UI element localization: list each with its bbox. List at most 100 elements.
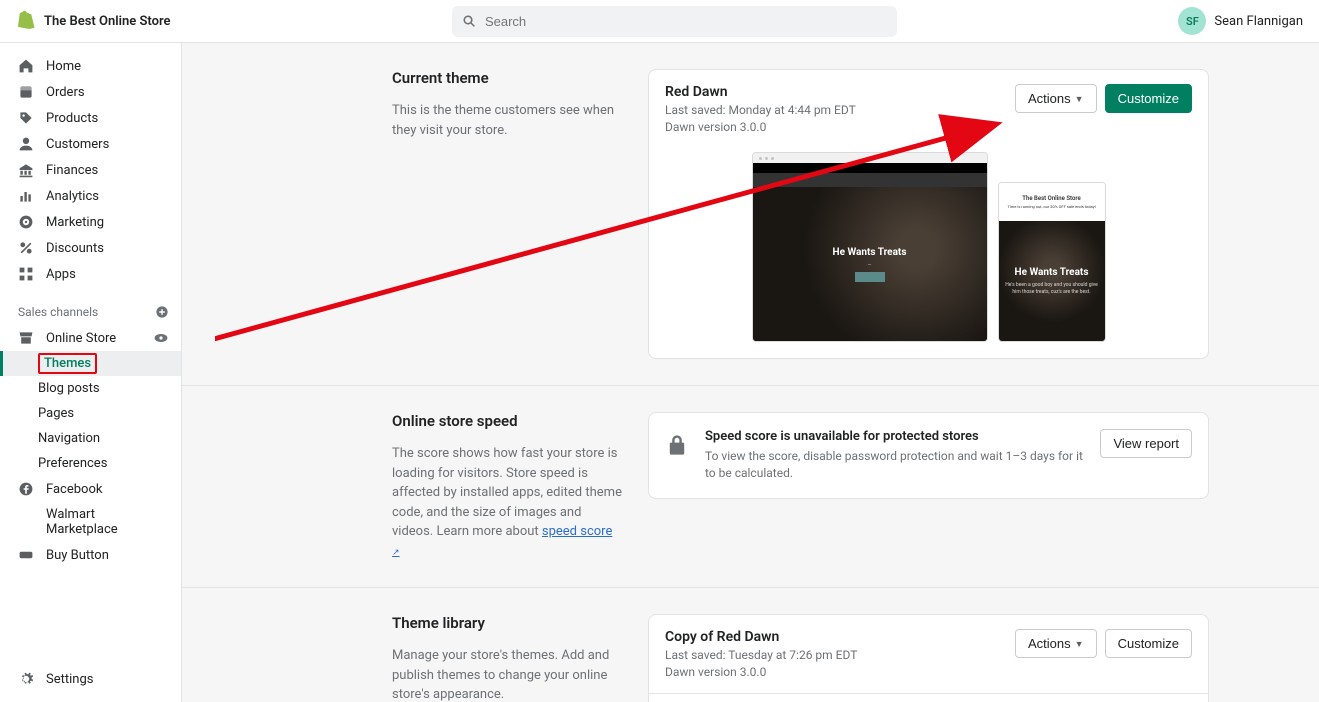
library-theme-item: Simple Last saved: Mar 10 at 5:09 pm EST… xyxy=(649,694,1208,702)
sidebar-item-label: Facebook xyxy=(46,482,102,497)
home-icon xyxy=(18,58,34,74)
shopify-logo-icon xyxy=(16,10,36,32)
walmart-icon xyxy=(18,514,34,530)
sidebar-subitem-themes[interactable]: Themes xyxy=(0,351,181,376)
speed-card: Speed score is unavailable for protected… xyxy=(648,412,1209,499)
actions-button[interactable]: Actions ▼ xyxy=(1015,629,1097,658)
top-bar: The Best Online Store SF Sean Flannigan xyxy=(0,0,1319,43)
gear-icon xyxy=(18,671,34,687)
chevron-down-icon: ▼ xyxy=(1075,94,1084,104)
lock-icon xyxy=(665,433,689,457)
apps-icon xyxy=(18,266,34,282)
theme-version: Dawn version 3.0.0 xyxy=(665,665,857,679)
sidebar-subitem-pages[interactable]: Pages xyxy=(0,401,181,426)
eye-icon[interactable] xyxy=(153,330,169,346)
customize-button[interactable]: Customize xyxy=(1105,629,1192,658)
sidebar-item-label: Finances xyxy=(46,163,98,178)
theme-library-card: Copy of Red Dawn Last saved: Tuesday at … xyxy=(648,614,1209,702)
mobile-preview: The Best Online Store Time is running ou… xyxy=(998,182,1106,342)
sidebar-item-label: Preferences xyxy=(38,456,107,471)
sidebar-item-label: Pages xyxy=(38,406,74,421)
sidebar-item-finances[interactable]: Finances xyxy=(0,157,181,183)
store-name: The Best Online Store xyxy=(44,14,171,29)
products-icon xyxy=(18,110,34,126)
view-report-button[interactable]: View report xyxy=(1100,429,1192,458)
sidebar-item-label: Settings xyxy=(46,672,93,687)
sidebar-item-online-store[interactable]: Online Store xyxy=(0,325,181,351)
marketing-icon xyxy=(18,214,34,230)
external-link-icon: ↗ xyxy=(392,548,400,558)
current-theme-section: Current theme This is the theme customer… xyxy=(182,43,1319,386)
sidebar-item-label: Customers xyxy=(46,137,109,152)
section-title: Current theme xyxy=(392,69,622,87)
orders-icon xyxy=(18,84,34,100)
buy-button-icon xyxy=(18,547,34,563)
sidebar-subitem-navigation[interactable]: Navigation xyxy=(0,426,181,451)
sales-channels-header: Sales channels xyxy=(0,299,181,325)
user-menu[interactable]: SF Sean Flannigan xyxy=(1178,7,1303,35)
desktop-preview: He Wants Treats — xyxy=(752,152,988,342)
plus-icon[interactable] xyxy=(155,305,169,319)
theme-name: Red Dawn xyxy=(665,84,1015,100)
section-description: This is the theme customers see when the… xyxy=(392,101,622,140)
section-title: Online store speed xyxy=(392,412,622,430)
sidebar: Home Orders Products Customers Finances … xyxy=(0,43,182,702)
theme-last-saved: Last saved: Monday at 4:44 pm EDT xyxy=(665,103,1015,117)
actions-button[interactable]: Actions ▼ xyxy=(1015,84,1097,113)
analytics-icon xyxy=(18,188,34,204)
sidebar-item-label: Discounts xyxy=(46,241,104,256)
discounts-icon xyxy=(18,240,34,256)
logo-area[interactable]: The Best Online Store xyxy=(16,10,171,32)
finances-icon xyxy=(18,162,34,178)
sidebar-item-settings[interactable]: Settings xyxy=(0,666,181,692)
search-box[interactable] xyxy=(452,6,897,37)
theme-preview: He Wants Treats — The Best Online Store … xyxy=(649,144,1208,358)
sidebar-item-label: Marketing xyxy=(46,215,104,230)
sidebar-item-home[interactable]: Home xyxy=(0,53,181,79)
current-theme-card: Red Dawn Last saved: Monday at 4:44 pm E… xyxy=(648,69,1209,359)
sidebar-item-marketing[interactable]: Marketing xyxy=(0,209,181,235)
chevron-down-icon: ▼ xyxy=(1075,639,1084,649)
theme-last-saved: Last saved: Tuesday at 7:26 pm EDT xyxy=(665,648,857,662)
sidebar-item-analytics[interactable]: Analytics xyxy=(0,183,181,209)
search-input[interactable] xyxy=(485,14,887,29)
customize-button[interactable]: Customize xyxy=(1105,84,1192,113)
sidebar-item-label: Themes xyxy=(38,353,97,374)
customers-icon xyxy=(18,136,34,152)
sidebar-item-facebook[interactable]: Facebook xyxy=(0,476,181,502)
user-name: Sean Flannigan xyxy=(1214,14,1303,29)
sidebar-item-label: Products xyxy=(46,111,98,126)
library-theme-item: Copy of Red Dawn Last saved: Tuesday at … xyxy=(649,615,1208,694)
sidebar-item-products[interactable]: Products xyxy=(0,105,181,131)
search-icon xyxy=(462,14,477,29)
store-speed-section: Online store speed The score shows how f… xyxy=(182,386,1319,588)
sidebar-item-orders[interactable]: Orders xyxy=(0,79,181,105)
sidebar-item-label: Blog posts xyxy=(38,381,100,396)
speed-card-description: To view the score, disable password prot… xyxy=(705,448,1084,482)
sidebar-subitem-blog-posts[interactable]: Blog posts xyxy=(0,376,181,401)
avatar: SF xyxy=(1178,7,1206,35)
sidebar-item-label: Apps xyxy=(46,267,76,282)
sidebar-item-label: Analytics xyxy=(46,189,99,204)
theme-version: Dawn version 3.0.0 xyxy=(665,120,1015,134)
speed-card-title: Speed score is unavailable for protected… xyxy=(705,429,1084,444)
theme-library-section: Theme library Manage your store's themes… xyxy=(182,588,1319,702)
sidebar-item-discounts[interactable]: Discounts xyxy=(0,235,181,261)
facebook-icon xyxy=(18,481,34,497)
section-title: Theme library xyxy=(392,614,622,632)
sidebar-item-label: Buy Button xyxy=(46,548,109,563)
theme-name: Copy of Red Dawn xyxy=(665,629,857,645)
sidebar-item-customers[interactable]: Customers xyxy=(0,131,181,157)
section-description: Manage your store's themes. Add and publ… xyxy=(392,646,622,702)
sidebar-subitem-preferences[interactable]: Preferences xyxy=(0,451,181,476)
sidebar-item-label: Navigation xyxy=(38,431,100,446)
store-icon xyxy=(18,330,34,346)
sidebar-item-label: Online Store xyxy=(46,331,116,346)
sidebar-item-apps[interactable]: Apps xyxy=(0,261,181,287)
sidebar-item-walmart[interactable]: Walmart Marketplace xyxy=(0,502,181,542)
section-description: The score shows how fast your store is l… xyxy=(392,444,622,561)
sidebar-item-label: Walmart Marketplace xyxy=(46,507,169,537)
sidebar-item-buy-button[interactable]: Buy Button xyxy=(0,542,181,568)
main-content: Current theme This is the theme customer… xyxy=(182,43,1319,702)
sidebar-item-label: Home xyxy=(46,59,81,74)
